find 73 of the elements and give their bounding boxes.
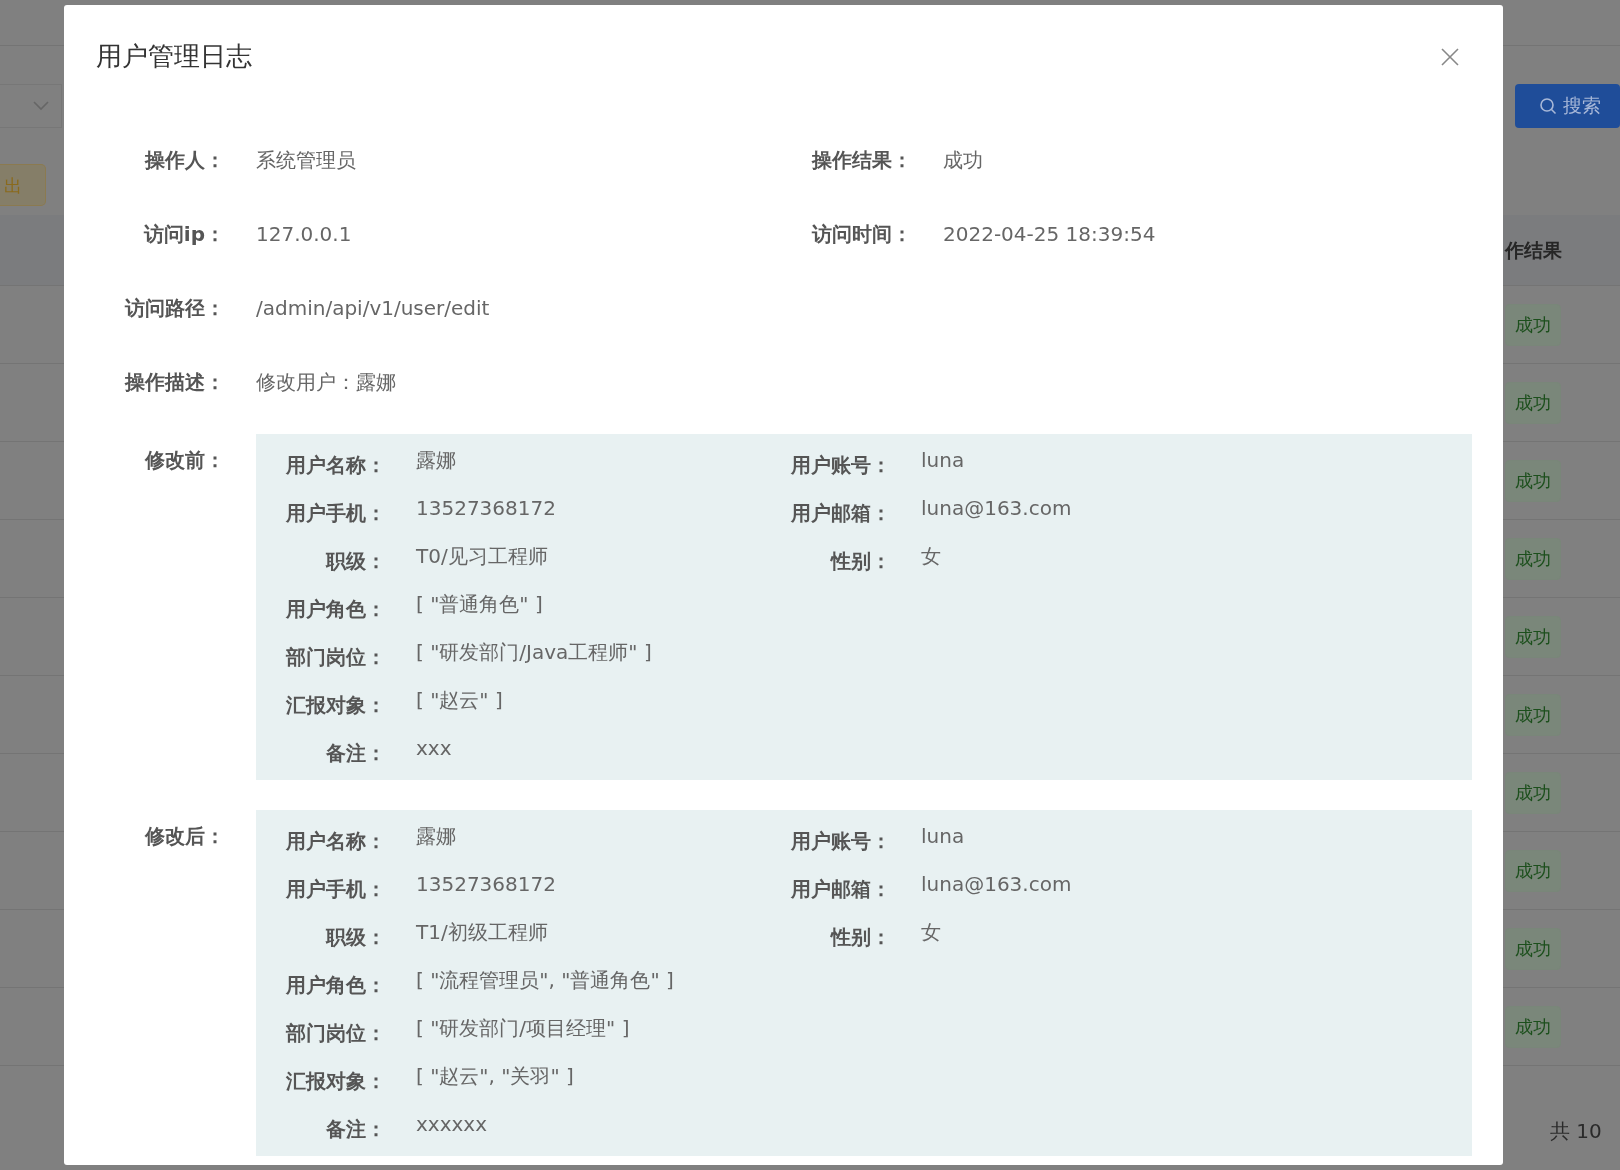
- field-label: 操作人：: [143, 147, 225, 174]
- status-tag: 成功: [1505, 927, 1561, 970]
- field-value: 女: [921, 543, 942, 570]
- field-value: [ "研发部门/Java工程师" ]: [416, 639, 653, 666]
- close-button[interactable]: [1439, 46, 1461, 68]
- field-label: 用户手机：: [285, 500, 386, 527]
- field-label: 部门岗位：: [285, 644, 386, 671]
- field-value: 女: [921, 919, 942, 946]
- field-value: [ "普通角色" ]: [416, 591, 544, 618]
- field-label: 用户邮箱：: [790, 876, 891, 903]
- dropdown-field[interactable]: [0, 83, 62, 128]
- field-label: 用户角色：: [285, 596, 386, 623]
- field-value: [ "研发部门/项目经理" ]: [416, 1015, 631, 1042]
- close-icon: [1439, 46, 1461, 68]
- field-value: T1/初级工程师: [416, 919, 549, 946]
- field-label: 修改后：: [144, 823, 225, 850]
- status-tag: 成功: [1505, 693, 1561, 736]
- field-label: 用户名称：: [285, 828, 386, 855]
- field-value: 127.0.0.1: [256, 221, 353, 248]
- field-label: 用户邮箱：: [790, 500, 891, 527]
- status-tag: 成功: [1505, 771, 1561, 814]
- field-value: luna: [921, 823, 966, 850]
- search-icon: [1539, 96, 1557, 115]
- field-label: 用户名称：: [285, 452, 386, 479]
- pagination-total: 共 10: [1550, 1118, 1602, 1145]
- field-value: xxx: [416, 735, 453, 762]
- field-label: 汇报对象：: [285, 692, 386, 719]
- field-label: 操作结果：: [810, 147, 912, 174]
- field-label: 用户账号：: [790, 828, 891, 855]
- field-value: 修改用户：露娜: [256, 369, 397, 396]
- caret-icon: [33, 100, 49, 111]
- dialog-title: 用户管理日志: [96, 41, 252, 73]
- field-label: 访问ip：: [142, 221, 225, 248]
- field-label: 备注：: [325, 740, 386, 767]
- field-value: 露娜: [416, 447, 457, 474]
- field-label: 部门岗位：: [285, 1020, 386, 1047]
- field-value: 成功: [943, 147, 984, 174]
- status-tag: 成功: [1505, 849, 1561, 892]
- field-value: /admin/api/v1/user/edit: [256, 295, 491, 322]
- search-button[interactable]: 搜索: [1515, 83, 1620, 128]
- field-label: 操作描述：: [123, 369, 225, 396]
- status-tag: 成功: [1505, 459, 1561, 502]
- field-label: 访问路径：: [123, 295, 225, 322]
- status-tag: 成功: [1505, 1005, 1561, 1048]
- status-tag: 成功: [1505, 615, 1561, 658]
- field-value: 露娜: [416, 823, 457, 850]
- field-label: 备注：: [325, 1116, 386, 1143]
- column-header: 作结果: [1503, 237, 1562, 263]
- status-tag: 成功: [1505, 381, 1561, 424]
- field-value: [ "流程管理员", "普通角色" ]: [416, 967, 675, 994]
- field-value: 13527368172: [416, 871, 557, 898]
- field-value: 2022-04-25 18:39:54: [943, 221, 1157, 248]
- field-value: luna@163.com: [921, 495, 1073, 522]
- field-label: 用户角色：: [285, 972, 386, 999]
- field-label: 性别：: [829, 548, 891, 575]
- field-value: 系统管理员: [256, 147, 357, 174]
- field-label: 访问时间：: [810, 221, 912, 248]
- status-tag: 成功: [1505, 537, 1561, 580]
- field-label: 用户账号：: [790, 452, 891, 479]
- field-value: T0/见习工程师: [416, 543, 549, 570]
- field-label: 修改前：: [144, 447, 225, 474]
- field-value: [ "赵云" ]: [416, 687, 504, 714]
- field-value: 13527368172: [416, 495, 557, 522]
- field-value: xxxxxx: [416, 1111, 488, 1138]
- field-label: 职级：: [324, 548, 386, 575]
- field-label: 性别：: [829, 924, 891, 951]
- field-value: luna@163.com: [921, 871, 1073, 898]
- status-tag: 成功: [1505, 303, 1561, 346]
- field-value: luna: [921, 447, 966, 474]
- field-label: 用户手机：: [285, 876, 386, 903]
- field-value: [ "赵云", "关羽" ]: [416, 1063, 575, 1090]
- field-label: 职级：: [324, 924, 386, 951]
- field-label: 汇报对象：: [285, 1068, 386, 1095]
